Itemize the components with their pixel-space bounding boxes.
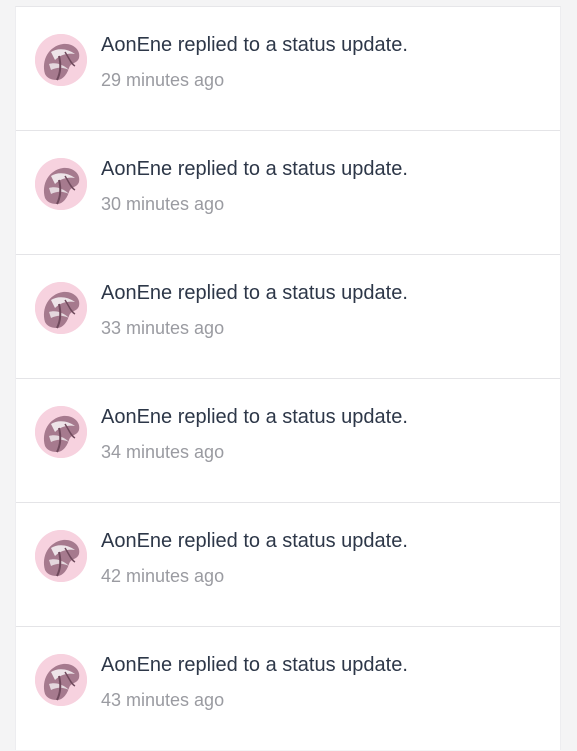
activity-action: replied to a status update. [177,282,408,304]
activity-timestamp: 29 minutes ago [101,70,225,90]
activity-title: AonEne replied to a status update. [101,157,550,181]
user-avatar-icon [35,530,87,582]
username-link[interactable]: AonEne [101,34,172,56]
user-avatar[interactable] [35,530,87,582]
username-link[interactable]: AonEne [101,530,172,552]
username-link[interactable]: AonEne [101,282,172,304]
user-avatar-icon [35,654,87,706]
activity-item[interactable]: AonEne replied to a status update. 42 mi… [16,503,560,627]
activity-text: AonEne replied to a status update. 29 mi… [101,33,550,91]
user-avatar[interactable] [35,34,87,86]
activity-title: AonEne replied to a status update. [101,653,550,677]
activity-feed: AonEne replied to a status update. 29 mi… [15,6,561,750]
user-avatar[interactable] [35,282,87,334]
activity-timestamp: 30 minutes ago [101,194,225,214]
user-avatar-icon [35,282,87,334]
activity-timestamp: 42 minutes ago [101,566,225,586]
user-avatar-icon [35,158,87,210]
activity-title: AonEne replied to a status update. [101,405,550,429]
user-avatar-icon [35,34,87,86]
activity-item[interactable]: AonEne replied to a status update. 33 mi… [16,255,560,379]
user-avatar[interactable] [35,654,87,706]
username-link[interactable]: AonEne [101,406,172,428]
username-link[interactable]: AonEne [101,654,172,676]
activity-action: replied to a status update. [177,654,408,676]
activity-title: AonEne replied to a status update. [101,281,550,305]
activity-text: AonEne replied to a status update. 30 mi… [101,157,550,215]
user-avatar-icon [35,406,87,458]
activity-action: replied to a status update. [177,158,408,180]
user-avatar[interactable] [35,158,87,210]
username-link[interactable]: AonEne [101,158,172,180]
activity-timestamp: 33 minutes ago [101,318,225,338]
activity-title: AonEne replied to a status update. [101,529,550,553]
activity-item[interactable]: AonEne replied to a status update. 29 mi… [16,7,560,131]
user-avatar[interactable] [35,406,87,458]
activity-text: AonEne replied to a status update. 42 mi… [101,529,550,587]
activity-action: replied to a status update. [177,34,408,56]
activity-title: AonEne replied to a status update. [101,33,550,57]
activity-action: replied to a status update. [177,530,408,552]
activity-text: AonEne replied to a status update. 34 mi… [101,405,550,463]
activity-text: AonEne replied to a status update. 43 mi… [101,653,550,711]
activity-action: replied to a status update. [177,406,408,428]
activity-item[interactable]: AonEne replied to a status update. 30 mi… [16,131,560,255]
activity-timestamp: 34 minutes ago [101,442,225,462]
activity-text: AonEne replied to a status update. 33 mi… [101,281,550,339]
activity-item[interactable]: AonEne replied to a status update. 34 mi… [16,379,560,503]
activity-item[interactable]: AonEne replied to a status update. 43 mi… [16,627,560,751]
activity-timestamp: 43 minutes ago [101,690,225,710]
